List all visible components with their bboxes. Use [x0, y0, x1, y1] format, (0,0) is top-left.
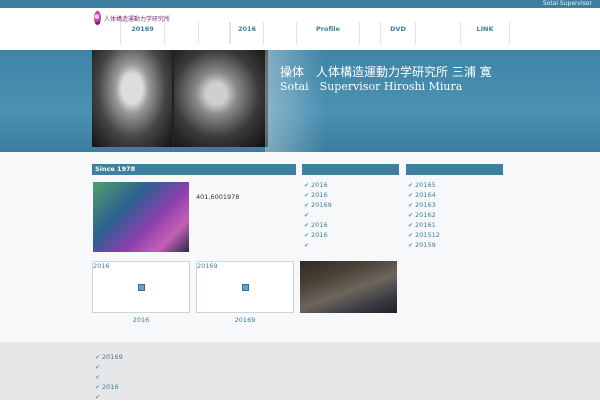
- list-item[interactable]: ✔ 20162: [408, 210, 440, 220]
- list-item[interactable]: ✔ 20161: [408, 220, 440, 230]
- check-icon: ✔: [408, 222, 414, 229]
- nav-item-link[interactable]: LINK: [460, 22, 510, 44]
- portrait-photo-left: [92, 50, 172, 147]
- check-icon: ✔: [95, 354, 101, 361]
- hero-title-en: Sotai Supervisor Hiroshi Miura: [280, 80, 463, 93]
- list-item[interactable]: ✔ 20165: [408, 180, 440, 190]
- list-item[interactable]: ✔: [304, 240, 332, 250]
- list-item[interactable]: ✔: [304, 210, 332, 220]
- thumbnail-caption: 401,6001978: [196, 193, 240, 201]
- check-icon: ✔: [304, 212, 310, 219]
- image-box-1[interactable]: 2016: [92, 261, 190, 313]
- check-icon: ✔: [304, 222, 310, 229]
- list-item[interactable]: ✔ 2016: [95, 382, 123, 392]
- list-item[interactable]: ✔ 201512: [408, 230, 440, 240]
- list-item[interactable]: ✔ 20169: [95, 352, 123, 362]
- top-bar-text: Sotai Supervisor: [542, 0, 592, 7]
- check-icon: ✔: [304, 232, 310, 239]
- event-photo[interactable]: [300, 261, 397, 313]
- broken-image-icon: [242, 284, 249, 291]
- list-item[interactable]: ✔ 2016: [304, 190, 332, 200]
- list-item[interactable]: ✔: [95, 362, 123, 372]
- list-item[interactable]: ✔: [95, 392, 123, 402]
- column3-heading: [406, 164, 503, 175]
- image-box-2-caption[interactable]: 20169: [196, 316, 294, 324]
- content-area: [0, 152, 600, 342]
- check-icon: ✔: [95, 374, 101, 381]
- column2-heading: [302, 164, 399, 175]
- check-icon: ✔: [304, 192, 310, 199]
- image-box-label: 2016: [93, 262, 110, 270]
- header: 人体構造運動力学研究所 20169 2016 Profile DVD LINK: [0, 8, 600, 50]
- list-item[interactable]: ✔ 2016: [304, 230, 332, 240]
- portrait-photo-right: [174, 50, 268, 147]
- check-icon: ✔: [304, 242, 310, 249]
- column2-list: ✔ 2016 ✔ 2016 ✔ 20169 ✔ ✔ 2016 ✔ 2016 ✔: [304, 180, 332, 250]
- list-item[interactable]: ✔ 20164: [408, 190, 440, 200]
- top-bar: Sotai Supervisor: [0, 0, 600, 8]
- list-item[interactable]: ✔ 20163: [408, 200, 440, 210]
- list-item[interactable]: ✔ 2016: [304, 180, 332, 190]
- list-item[interactable]: ✔ 20159: [408, 240, 440, 250]
- check-icon: ✔: [95, 364, 101, 371]
- nav-item-profile[interactable]: Profile: [296, 22, 360, 44]
- list-item[interactable]: ✔: [95, 372, 123, 382]
- check-icon: ✔: [95, 384, 101, 391]
- broken-image-icon: [138, 284, 145, 291]
- image-box-label: 20169: [197, 262, 218, 270]
- footer-list: ✔ 20169 ✔ ✔ ✔ 2016 ✔: [95, 352, 123, 402]
- nav-item-20169[interactable]: 20169: [120, 22, 165, 44]
- nav-item-2016[interactable]: 2016: [230, 22, 264, 44]
- nav-item-blank[interactable]: [198, 22, 230, 44]
- image-box-1-caption[interactable]: 2016: [92, 316, 190, 324]
- check-icon: ✔: [304, 202, 310, 209]
- hero-photos: [92, 50, 268, 147]
- check-icon: ✔: [408, 182, 414, 189]
- list-item[interactable]: ✔ 2016: [304, 220, 332, 230]
- check-icon: ✔: [408, 192, 414, 199]
- nav-item-dvd[interactable]: DVD: [380, 22, 416, 44]
- list-item[interactable]: ✔ 20169: [304, 200, 332, 210]
- since-heading: Since 1978: [92, 164, 296, 175]
- check-icon: ✔: [408, 242, 414, 249]
- check-icon: ✔: [408, 202, 414, 209]
- image-box-2[interactable]: 20169: [196, 261, 294, 313]
- logo-mark-icon: [94, 11, 101, 25]
- footer: [0, 342, 600, 400]
- featured-thumbnail[interactable]: [93, 182, 189, 252]
- check-icon: ✔: [408, 212, 414, 219]
- check-icon: ✔: [304, 182, 310, 189]
- column3-list: ✔ 20165 ✔ 20164 ✔ 20163 ✔ 20162 ✔ 20161 ✔ 2015…: [408, 180, 440, 250]
- main-nav: 20169 2016 Profile DVD LINK: [120, 22, 510, 44]
- hero-banner: 操体 人体構造運動力学研究所 三浦 寛 Sotai Supervisor Hir…: [0, 50, 600, 152]
- check-icon: ✔: [408, 232, 414, 239]
